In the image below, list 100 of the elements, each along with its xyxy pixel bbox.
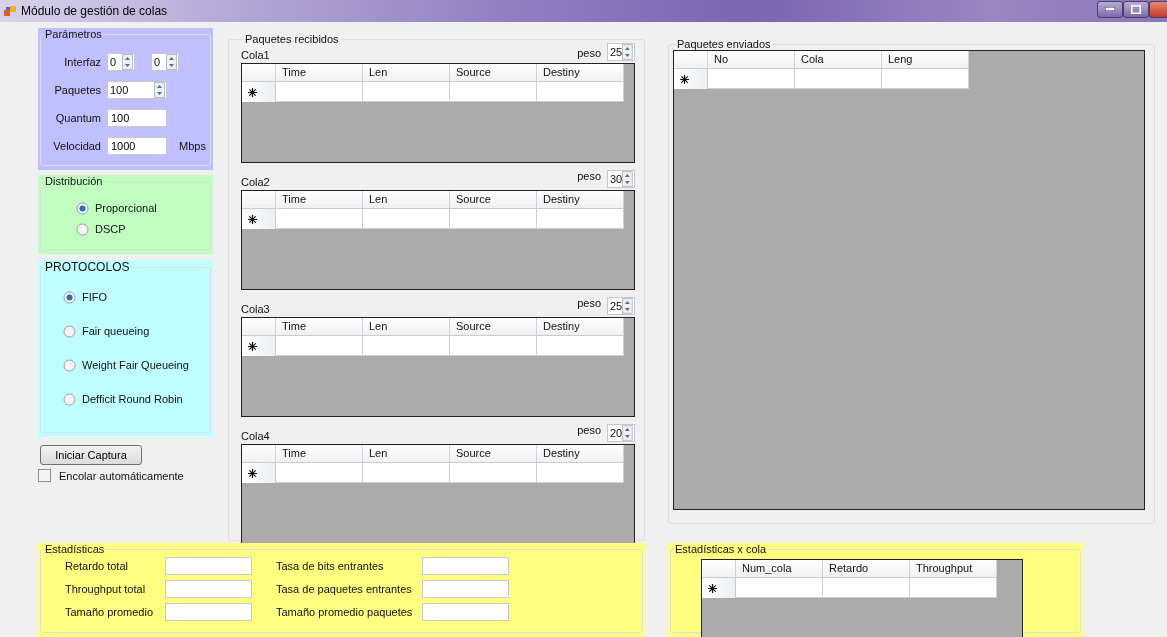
new-row-icon — [708, 583, 717, 593]
table-cell[interactable] — [795, 69, 882, 89]
field-label: Velocidad — [52, 140, 101, 152]
number-spinner[interactable]: 25 — [607, 43, 635, 61]
table-cell[interactable] — [450, 209, 537, 229]
weight-label: peso — [577, 424, 601, 436]
number-spinner[interactable]: 20 — [607, 424, 635, 442]
group-title: Estadísticas x cola — [674, 543, 768, 555]
number-spinner[interactable]: 0 — [107, 53, 135, 71]
column-header[interactable]: Time — [276, 64, 363, 82]
radio-label: DSCP — [95, 223, 126, 235]
radio-button[interactable] — [63, 290, 76, 304]
column-header[interactable]: Source — [450, 64, 537, 82]
column-header[interactable]: Len — [363, 64, 450, 82]
table-cell[interactable] — [882, 69, 969, 89]
column-header[interactable]: Destiny — [537, 318, 624, 336]
input-field[interactable] — [422, 580, 509, 598]
maximize-button[interactable] — [1123, 0, 1149, 18]
radio-button[interactable] — [63, 358, 76, 372]
new-row-icon — [680, 74, 689, 84]
radio-button[interactable] — [63, 392, 76, 406]
field-label: Tasa de paquetes entrantes — [275, 583, 413, 595]
table-cell[interactable] — [537, 336, 624, 356]
minimize-button[interactable] — [1097, 0, 1123, 18]
number-spinner[interactable]: 0 — [151, 53, 179, 71]
column-header[interactable]: Len — [363, 445, 450, 463]
column-header[interactable]: Cola — [795, 51, 882, 69]
table-cell[interactable] — [537, 82, 624, 102]
input-field[interactable] — [165, 603, 252, 621]
queue-label: Cola4 — [241, 430, 270, 442]
input-field[interactable] — [165, 557, 252, 575]
group-title: PROTOCOLOS — [44, 260, 131, 274]
new-row-icon — [248, 468, 257, 478]
new-row-icon — [248, 87, 257, 97]
table-cell[interactable] — [450, 336, 537, 356]
table-cell[interactable] — [276, 82, 363, 102]
table-cell[interactable] — [363, 336, 450, 356]
table-cell[interactable] — [708, 69, 795, 89]
window-title: Módulo de gestión de colas — [21, 4, 168, 18]
field-label: Tasa de bits entrantes — [275, 560, 385, 572]
number-spinner[interactable]: 100 — [107, 81, 167, 99]
input-field[interactable] — [422, 557, 509, 575]
table-cell[interactable] — [450, 82, 537, 102]
field-label: Paquetes — [53, 84, 101, 96]
radio-button[interactable] — [76, 201, 89, 215]
column-header[interactable]: Num_cola — [736, 560, 823, 578]
number-spinner[interactable]: 30 — [607, 170, 635, 188]
table-cell[interactable] — [450, 463, 537, 483]
start-capture-button[interactable]: Iniciar Captura — [40, 445, 142, 465]
column-header[interactable]: Leng — [882, 51, 969, 69]
column-header[interactable]: Source — [450, 318, 537, 336]
column-header[interactable]: No — [708, 51, 795, 69]
queue-label: Cola2 — [241, 176, 270, 188]
column-header[interactable]: Time — [276, 191, 363, 209]
table-cell[interactable] — [363, 82, 450, 102]
weight-label: peso — [577, 47, 601, 59]
column-header[interactable]: Time — [276, 445, 363, 463]
column-header[interactable]: Source — [450, 191, 537, 209]
number-spinner[interactable]: 25 — [607, 297, 635, 315]
radio-label: Weight Fair Queueing — [82, 359, 189, 371]
radio-button[interactable] — [76, 222, 89, 236]
table-cell[interactable] — [537, 463, 624, 483]
table-cell[interactable] — [823, 578, 910, 598]
column-header[interactable]: Destiny — [537, 445, 624, 463]
field-label: Quantum — [54, 112, 101, 124]
close-button[interactable] — [1149, 0, 1167, 18]
weight-label: peso — [577, 170, 601, 182]
table-cell[interactable] — [276, 336, 363, 356]
input-field[interactable] — [422, 603, 509, 621]
radio-label: FIFO — [82, 291, 108, 303]
column-header[interactable]: Len — [363, 318, 450, 336]
radio-button[interactable] — [63, 324, 76, 338]
column-header[interactable]: Throughput — [910, 560, 997, 578]
table-cell[interactable] — [276, 463, 363, 483]
new-row-icon — [248, 214, 257, 224]
input-field[interactable] — [165, 580, 252, 598]
table-cell[interactable] — [537, 209, 624, 229]
table-cell[interactable] — [276, 209, 363, 229]
table-cell[interactable] — [736, 578, 823, 598]
maximize-icon — [1131, 4, 1141, 14]
checkbox[interactable] — [38, 469, 51, 482]
radio-label: Proporcional — [95, 202, 157, 214]
unit-label: Mbps — [179, 140, 206, 152]
table-cell[interactable] — [363, 209, 450, 229]
column-header[interactable]: Len — [363, 191, 450, 209]
table-cell[interactable] — [910, 578, 997, 598]
column-header[interactable]: Destiny — [537, 64, 624, 82]
group-title: Distribución — [44, 175, 104, 187]
field-label: Retardo total — [65, 560, 129, 572]
table-cell[interactable] — [363, 463, 450, 483]
column-header[interactable]: Destiny — [537, 191, 624, 209]
input-field[interactable]: 1000 — [107, 137, 167, 155]
group-title: Paquetes enviados — [676, 38, 772, 50]
checkbox-label: Encolar automáticamente — [59, 469, 184, 482]
field-label: Interfaz — [63, 56, 101, 68]
column-header[interactable]: Retardo — [823, 560, 910, 578]
column-header[interactable]: Source — [450, 445, 537, 463]
input-field[interactable]: 100 — [107, 109, 167, 127]
column-header[interactable]: Time — [276, 318, 363, 336]
field-label: Throughput total — [65, 583, 147, 595]
